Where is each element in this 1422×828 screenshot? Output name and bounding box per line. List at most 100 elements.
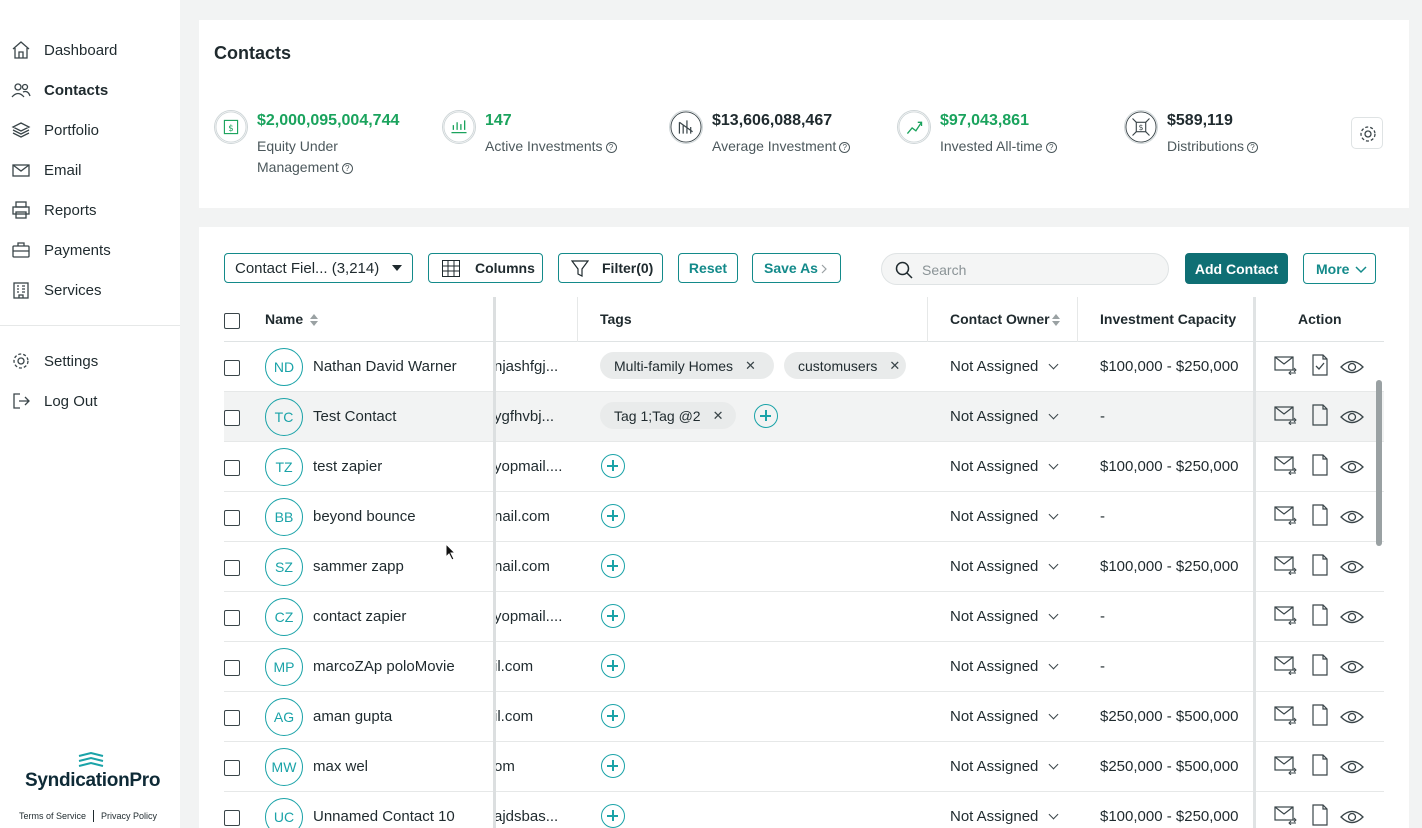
table-row[interactable]: BB beyond bounce nail.com Not Assigned - <box>224 492 1384 542</box>
column-header-owner[interactable]: Contact Owner <box>950 311 1050 327</box>
help-icon[interactable]: ? <box>341 162 353 174</box>
contact-owner-dropdown[interactable]: Not Assigned <box>950 658 1059 675</box>
contact-owner-dropdown[interactable]: Not Assigned <box>950 508 1059 525</box>
row-checkbox[interactable] <box>224 460 240 476</box>
sidebar-item-reports[interactable]: Reports <box>0 192 180 228</box>
document-icon[interactable] <box>1311 604 1329 631</box>
view-eye-icon[interactable] <box>1340 559 1364 580</box>
row-checkbox[interactable] <box>224 610 240 626</box>
send-email-icon[interactable] <box>1274 555 1298 580</box>
table-row[interactable]: AG aman gupta il.com Not Assigned $250,000 -… <box>224 692 1384 742</box>
contact-name[interactable]: sammer zapp <box>313 558 404 575</box>
remove-tag-icon[interactable]: ✕ <box>713 408 724 424</box>
view-eye-icon[interactable] <box>1340 709 1364 730</box>
send-email-icon[interactable] <box>1274 505 1298 530</box>
column-header-capacity[interactable]: Investment Capacity <box>1100 311 1236 327</box>
table-row[interactable]: CZ contact zapier yopmail.... Not Assigned - <box>224 592 1384 642</box>
contact-owner-dropdown[interactable]: Not Assigned <box>950 558 1059 575</box>
table-row[interactable]: TC Test Contact ygfhvbj... Tag 1;Tag @2 ✕ Not… <box>224 392 1384 442</box>
view-eye-icon[interactable] <box>1340 609 1364 630</box>
sidebar-item-dashboard[interactable]: Dashboard <box>0 32 180 68</box>
table-row[interactable]: UC Unnamed Contact 10 ajdsbas... Not Assign… <box>224 792 1384 828</box>
contact-name[interactable]: Nathan David Warner <box>313 358 457 375</box>
add-tag-button[interactable] <box>754 404 778 428</box>
add-tag-button[interactable] <box>601 554 625 578</box>
view-eye-icon[interactable] <box>1340 809 1364 828</box>
table-row[interactable]: TZ test zapier yopmail.... Not Assigned $100… <box>224 442 1384 492</box>
terms-link[interactable]: Terms of Service <box>19 811 86 821</box>
column-header-tags[interactable]: Tags <box>600 311 632 327</box>
contact-owner-dropdown[interactable]: Not Assigned <box>950 408 1059 425</box>
row-checkbox[interactable] <box>224 710 240 726</box>
sidebar-item-portfolio[interactable]: Portfolio <box>0 112 180 148</box>
add-tag-button[interactable] <box>601 454 625 478</box>
reset-button[interactable]: Reset <box>678 253 738 283</box>
stats-settings-button[interactable] <box>1351 117 1383 149</box>
table-scrollbar[interactable] <box>1376 380 1382 546</box>
send-email-icon[interactable] <box>1274 355 1298 380</box>
document-icon[interactable] <box>1311 804 1329 828</box>
row-checkbox[interactable] <box>224 760 240 776</box>
contact-owner-dropdown[interactable]: Not Assigned <box>950 608 1059 625</box>
contact-owner-dropdown[interactable]: Not Assigned <box>950 758 1059 775</box>
send-email-icon[interactable] <box>1274 755 1298 780</box>
view-eye-icon[interactable] <box>1340 759 1364 780</box>
add-tag-button[interactable] <box>601 654 625 678</box>
contact-name[interactable]: test zapier <box>313 458 382 475</box>
remove-tag-icon[interactable]: ✕ <box>889 358 900 374</box>
document-icon[interactable] <box>1311 504 1329 531</box>
add-tag-button[interactable] <box>601 604 625 628</box>
document-icon[interactable] <box>1311 554 1329 581</box>
add-tag-button[interactable] <box>601 504 625 528</box>
add-tag-button[interactable] <box>601 704 625 728</box>
sidebar-item-payments[interactable]: Payments <box>0 232 180 268</box>
table-row[interactable]: SZ sammer zapp nail.com Not Assigned $100,00… <box>224 542 1384 592</box>
contact-name[interactable]: aman gupta <box>313 708 392 725</box>
send-email-icon[interactable] <box>1274 455 1298 480</box>
columns-button[interactable]: Columns <box>428 253 543 283</box>
contact-name[interactable]: marcoZAp poloMovie <box>313 658 455 675</box>
row-checkbox[interactable] <box>224 810 240 826</box>
filter-button[interactable]: Filter(0) <box>558 253 663 283</box>
contact-name[interactable]: max wel <box>313 758 368 775</box>
document-icon[interactable] <box>1311 754 1329 781</box>
contact-owner-dropdown[interactable]: Not Assigned <box>950 708 1059 725</box>
contact-name[interactable]: Unnamed Contact 10 <box>313 808 455 825</box>
table-row[interactable]: MP marcoZAp poloMovie il.com Not Assigned - <box>224 642 1384 692</box>
contact-name[interactable]: beyond bounce <box>313 508 416 525</box>
contact-owner-dropdown[interactable]: Not Assigned <box>950 808 1059 825</box>
table-row[interactable]: ND Nathan David Warner njashfgj... Multi-fa… <box>224 342 1384 392</box>
contact-name[interactable]: Test Contact <box>313 408 396 425</box>
row-checkbox[interactable] <box>224 410 240 426</box>
privacy-link[interactable]: Privacy Policy <box>101 811 157 821</box>
remove-tag-icon[interactable]: ✕ <box>745 358 756 374</box>
search-input[interactable] <box>922 260 1152 280</box>
help-icon[interactable]: ? <box>1045 141 1057 153</box>
sidebar-item-email[interactable]: Email <box>0 152 180 188</box>
document-check-icon[interactable] <box>1311 354 1329 381</box>
contact-fields-dropdown[interactable]: Contact Fiel... (3,214) <box>224 253 413 283</box>
contact-name[interactable]: contact zapier <box>313 608 406 625</box>
send-email-icon[interactable] <box>1274 405 1298 430</box>
help-icon[interactable]: ? <box>605 141 617 153</box>
contact-owner-dropdown[interactable]: Not Assigned <box>950 358 1059 375</box>
sort-icon[interactable] <box>310 314 318 326</box>
row-checkbox[interactable] <box>224 360 240 376</box>
sidebar-item-logout[interactable]: Log Out <box>0 383 180 419</box>
select-all-checkbox[interactable] <box>224 313 240 329</box>
document-icon[interactable] <box>1311 404 1329 431</box>
view-eye-icon[interactable] <box>1340 409 1364 430</box>
document-icon[interactable] <box>1311 654 1329 681</box>
help-icon[interactable]: ? <box>839 141 851 153</box>
contact-owner-dropdown[interactable]: Not Assigned <box>950 458 1059 475</box>
column-header-name[interactable]: Name <box>265 311 303 327</box>
view-eye-icon[interactable] <box>1340 359 1364 380</box>
row-checkbox[interactable] <box>224 560 240 576</box>
row-checkbox[interactable] <box>224 660 240 676</box>
table-row[interactable]: MW max wel om Not Assigned $250,000 - $500,0… <box>224 742 1384 792</box>
add-contact-button[interactable]: Add Contact <box>1185 253 1288 284</box>
document-icon[interactable] <box>1311 454 1329 481</box>
view-eye-icon[interactable] <box>1340 659 1364 680</box>
save-as-button[interactable]: Save As <box>752 253 841 283</box>
send-email-icon[interactable] <box>1274 655 1298 680</box>
